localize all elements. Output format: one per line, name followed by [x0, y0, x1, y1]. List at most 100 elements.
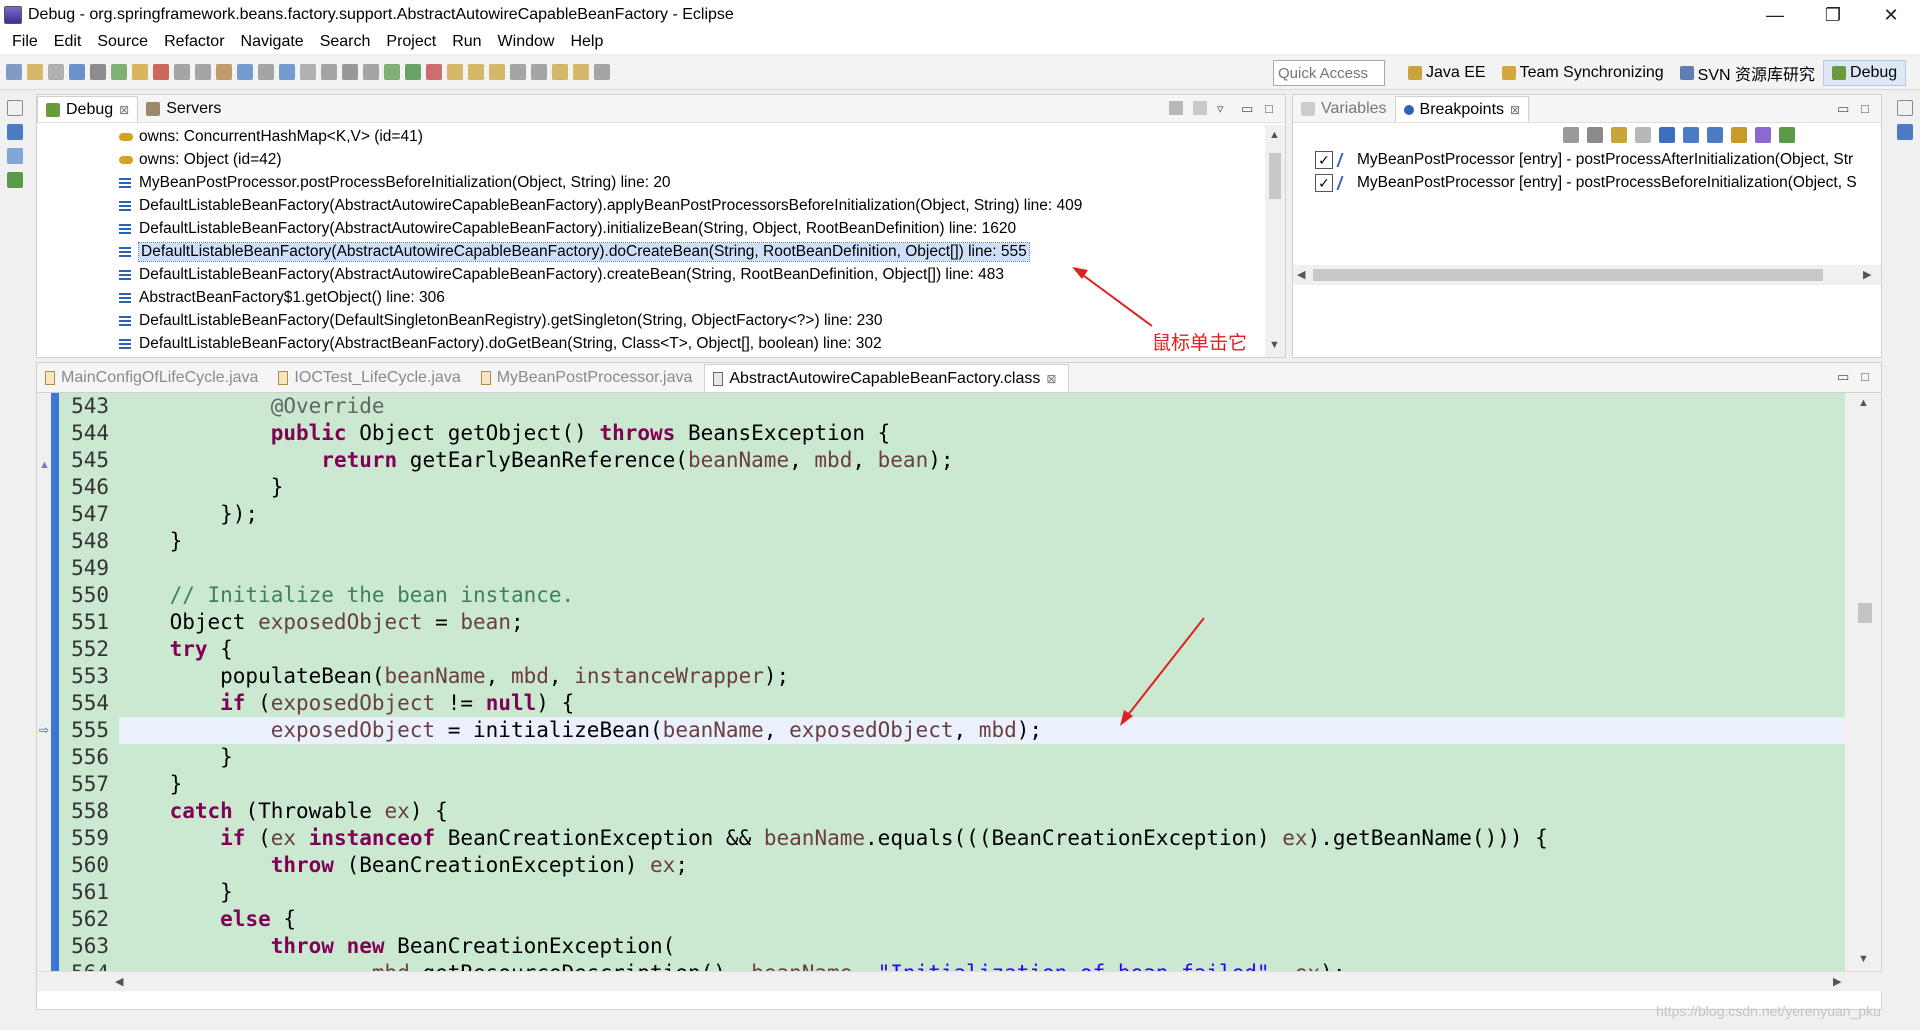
- expand-all-icon[interactable]: [1683, 127, 1699, 143]
- scroll-right-icon[interactable]: ▶: [1833, 975, 1841, 988]
- link-with-debug-icon[interactable]: [1731, 127, 1747, 143]
- menu-source[interactable]: Source: [89, 33, 156, 51]
- skip-breakpoints-icon[interactable]: [1659, 127, 1675, 143]
- code-line[interactable]: 553 populateBean(beanName, mbd, instance…: [59, 663, 1845, 690]
- step-into-icon[interactable]: [195, 64, 211, 80]
- collapse-all-icon[interactable]: [1707, 127, 1723, 143]
- code-line[interactable]: 548 }: [59, 528, 1845, 555]
- menu-file[interactable]: File: [4, 33, 46, 51]
- scroll-up-icon[interactable]: ▲: [1858, 397, 1869, 409]
- restore-icon[interactable]: [7, 100, 23, 116]
- editor-hscrollbar[interactable]: ◀ ▶: [37, 971, 1883, 991]
- drop-to-frame-icon[interactable]: [258, 64, 274, 80]
- skip-breakpoints-icon[interactable]: [90, 64, 106, 80]
- quick-access-input[interactable]: [1273, 60, 1385, 86]
- code-line[interactable]: 546 }: [59, 474, 1845, 501]
- disconnect-icon[interactable]: [174, 64, 190, 80]
- close-tab-icon[interactable]: ⊠: [119, 103, 129, 117]
- stack-frame-item[interactable]: DefaultListableBeanFactory(AbstractAutow…: [37, 194, 1265, 217]
- suspend-icon[interactable]: [132, 64, 148, 80]
- goto-file-icon[interactable]: [1635, 127, 1651, 143]
- current-code-line[interactable]: 555 exposedObject = initializeBean(beanN…: [59, 717, 1845, 744]
- stack-frame-item[interactable]: DefaultListableBeanFactory(AbstractAutow…: [37, 240, 1265, 263]
- search-icon[interactable]: [468, 64, 484, 80]
- stack-frame-item[interactable]: AbstractBeanFactory$1.getObject() line: …: [37, 286, 1265, 309]
- minimize-view-icon[interactable]: ▭: [1837, 369, 1851, 384]
- menu-help[interactable]: Help: [562, 33, 611, 51]
- chevron-down-icon[interactable]: ▿: [1217, 101, 1231, 116]
- tasks-icon[interactable]: [7, 148, 23, 164]
- debug-icon[interactable]: [342, 64, 358, 80]
- scroll-down-icon[interactable]: ▼: [1858, 953, 1869, 965]
- code-line[interactable]: 564 mbd.getResourceDescription(), beanNa…: [59, 960, 1845, 971]
- scroll-up-icon[interactable]: ▲: [1269, 129, 1280, 141]
- menu-edit[interactable]: Edit: [46, 33, 90, 51]
- server-icon[interactable]: [405, 64, 421, 80]
- debug-view-scrollbar[interactable]: ▲ ▼: [1265, 125, 1285, 357]
- open-folder-icon[interactable]: [447, 64, 463, 80]
- tab-variables[interactable]: Variables: [1293, 96, 1395, 122]
- code-line[interactable]: 551 Object exposedObject = bean;: [59, 609, 1845, 636]
- external-tools-icon[interactable]: [321, 64, 337, 80]
- step-over-icon[interactable]: [216, 64, 232, 80]
- code-line[interactable]: 549: [59, 555, 1845, 582]
- run-icon[interactable]: [363, 64, 379, 80]
- editor-tab-abstractautowire[interactable]: AbstractAutowireCapableBeanFactory.class…: [704, 364, 1070, 392]
- scroll-right-icon[interactable]: ▶: [1863, 268, 1871, 281]
- code-line[interactable]: 560 throw (BeanCreationException) ex;: [59, 852, 1845, 879]
- editor-vscrollbar[interactable]: ▲ ▼: [1845, 393, 1881, 971]
- show-supported-icon[interactable]: [1611, 127, 1627, 143]
- code-line[interactable]: 558 catch (Throwable ex) {: [59, 798, 1845, 825]
- remove-breakpoint-icon[interactable]: [1563, 127, 1579, 143]
- step-return-icon[interactable]: [237, 64, 253, 80]
- add-java-exception-breakpoint-icon[interactable]: [1755, 127, 1771, 143]
- history-icon[interactable]: [573, 64, 589, 80]
- code-line[interactable]: 552 try {: [59, 636, 1845, 663]
- close-tab-icon[interactable]: ⊠: [1510, 103, 1520, 117]
- scrollbar-thumb[interactable]: [1313, 269, 1823, 281]
- perspective-java-ee[interactable]: Java EE: [1400, 60, 1494, 86]
- code-line[interactable]: 561 }: [59, 879, 1845, 906]
- save-all-icon[interactable]: [48, 64, 64, 80]
- tab-breakpoints[interactable]: Breakpoints ⊠: [1394, 96, 1530, 122]
- menu-project[interactable]: Project: [378, 33, 444, 51]
- editor-tab-mainconfig[interactable]: MainConfigOfLifeCycle.java: [37, 364, 270, 392]
- stack-frame-item[interactable]: DefaultListableBeanFactory(DefaultSingle…: [37, 309, 1265, 332]
- maximize-view-icon[interactable]: □: [1861, 369, 1875, 384]
- code-line[interactable]: 554 if (exposedObject != null) {: [59, 690, 1845, 717]
- remove-all-breakpoints-icon[interactable]: [1587, 127, 1603, 143]
- code-line[interactable]: 556 }: [59, 744, 1845, 771]
- back-icon[interactable]: [531, 64, 547, 80]
- code-line[interactable]: 562 else {: [59, 906, 1845, 933]
- breakpoint-item[interactable]: ✓ MyBeanPostProcessor [entry] - postProc…: [1315, 149, 1875, 171]
- menu-run[interactable]: Run: [444, 33, 489, 51]
- forward-icon[interactable]: [552, 64, 568, 80]
- editor-tab-ioctest[interactable]: IOCTest_LifeCycle.java: [270, 364, 472, 392]
- code-line[interactable]: 543 @Override: [59, 393, 1845, 420]
- open-type-icon[interactable]: [69, 64, 85, 80]
- monitor-item[interactable]: owns: Object (id=42): [37, 148, 1265, 171]
- code-line[interactable]: 547 });: [59, 501, 1845, 528]
- breakpoint-checkbox[interactable]: ✓: [1315, 174, 1333, 192]
- code-line[interactable]: 544 public Object getObject() throws Bea…: [59, 420, 1845, 447]
- pin-icon[interactable]: [594, 64, 610, 80]
- resume-icon[interactable]: [111, 64, 127, 80]
- vertical-ruler[interactable]: ▲ ⇨: [37, 393, 51, 971]
- minimize-view-icon[interactable]: ▭: [1837, 101, 1851, 116]
- minimize-button[interactable]: —: [1746, 0, 1804, 30]
- stack-frame-item[interactable]: MyBeanPostProcessor.postProcessBeforeIni…: [37, 171, 1265, 194]
- new-class-icon[interactable]: [426, 64, 442, 80]
- menu-navigate[interactable]: Navigate: [233, 33, 312, 51]
- minimize-view-icon[interactable]: ▭: [1241, 101, 1255, 116]
- outline-icon[interactable]: [7, 172, 23, 188]
- breakpoint-item[interactable]: ✓ MyBeanPostProcessor [entry] - postProc…: [1315, 172, 1875, 194]
- view-menu-icon[interactable]: [1779, 127, 1795, 143]
- maximize-view-icon[interactable]: □: [1861, 101, 1875, 116]
- scrollbar-thumb[interactable]: [1858, 603, 1872, 623]
- close-tab-icon[interactable]: ⊠: [1046, 372, 1056, 386]
- code-line[interactable]: 559 if (ex instanceof BeanCreationExcept…: [59, 825, 1845, 852]
- view-menu-icon[interactable]: [1193, 101, 1207, 115]
- run-last-icon[interactable]: [300, 64, 316, 80]
- menu-window[interactable]: Window: [490, 33, 563, 51]
- annotation-icon[interactable]: [489, 64, 505, 80]
